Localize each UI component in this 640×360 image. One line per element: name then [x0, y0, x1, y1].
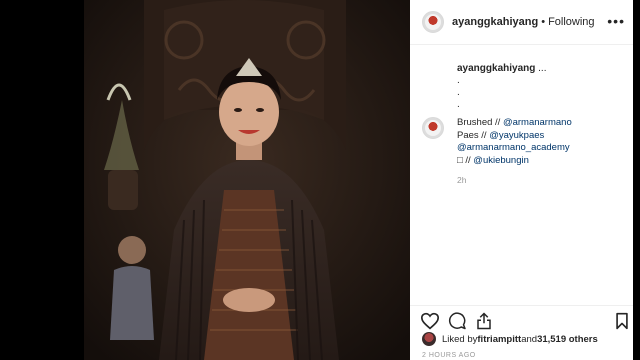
commenter-avatar[interactable]: [422, 117, 444, 139]
user-avatar[interactable]: [422, 11, 444, 33]
caption: ayanggkahiyang ...: [457, 63, 621, 75]
comment-line2-text: Paes //: [457, 129, 490, 141]
caption-text: ...: [538, 63, 547, 74]
caption-dot-1: .: [457, 75, 460, 86]
more-options-icon[interactable]: •••: [607, 14, 625, 28]
liker-username[interactable]: fitriampitt: [477, 334, 521, 345]
post-username[interactable]: ayanggkahiyang: [452, 16, 538, 28]
bookmark-icon[interactable]: [615, 312, 629, 330]
following-button[interactable]: Following: [548, 16, 594, 28]
post-photo-image: [84, 0, 410, 360]
likes-prefix: Liked by: [442, 333, 478, 345]
likes-middle: and: [521, 333, 538, 345]
likes-summary: Liked by fitriampitt and 31,519 others: [422, 332, 598, 346]
header-separator: •: [541, 16, 546, 28]
heart-icon[interactable]: [420, 312, 440, 330]
post-header: ayanggkahiyang • Following •••: [410, 0, 633, 45]
mention-link[interactable]: @armanarmano_academy: [457, 142, 570, 153]
caption-username[interactable]: ayanggkahiyang: [457, 63, 535, 74]
comment-item: Brushed // @armanarmano Paes // @yayukpa…: [422, 117, 621, 167]
left-backdrop: [0, 0, 84, 360]
comment-icon[interactable]: [448, 312, 467, 330]
caption-dot-2: .: [457, 87, 460, 98]
post-timestamp: 2 HOURS AGO: [422, 352, 476, 359]
post-photo[interactable]: [84, 0, 410, 360]
post-side-panel: ayanggkahiyang • Following ••• ayanggkah…: [410, 0, 633, 360]
comment-line4-text: □ //: [457, 154, 474, 166]
comment-body: Brushed // @armanarmano Paes // @yayukpa…: [457, 117, 572, 167]
right-backdrop: [633, 0, 640, 360]
action-bar: [410, 305, 633, 335]
likes-count[interactable]: 31,519 others: [537, 334, 598, 345]
comments-section: ayanggkahiyang ... . . . Brushed // @arm…: [410, 45, 633, 185]
share-icon[interactable]: [476, 312, 492, 330]
liker-avatar[interactable]: [422, 332, 436, 346]
comment-timestamp[interactable]: 2h: [457, 175, 621, 185]
caption-dot-3: .: [457, 99, 460, 110]
mention-link[interactable]: @armanarmano: [503, 117, 572, 128]
mention-link[interactable]: @ukiebungin: [473, 155, 529, 166]
mention-link[interactable]: @yayukpaes: [489, 130, 544, 141]
comment-line1-text: Brushed //: [457, 117, 503, 128]
